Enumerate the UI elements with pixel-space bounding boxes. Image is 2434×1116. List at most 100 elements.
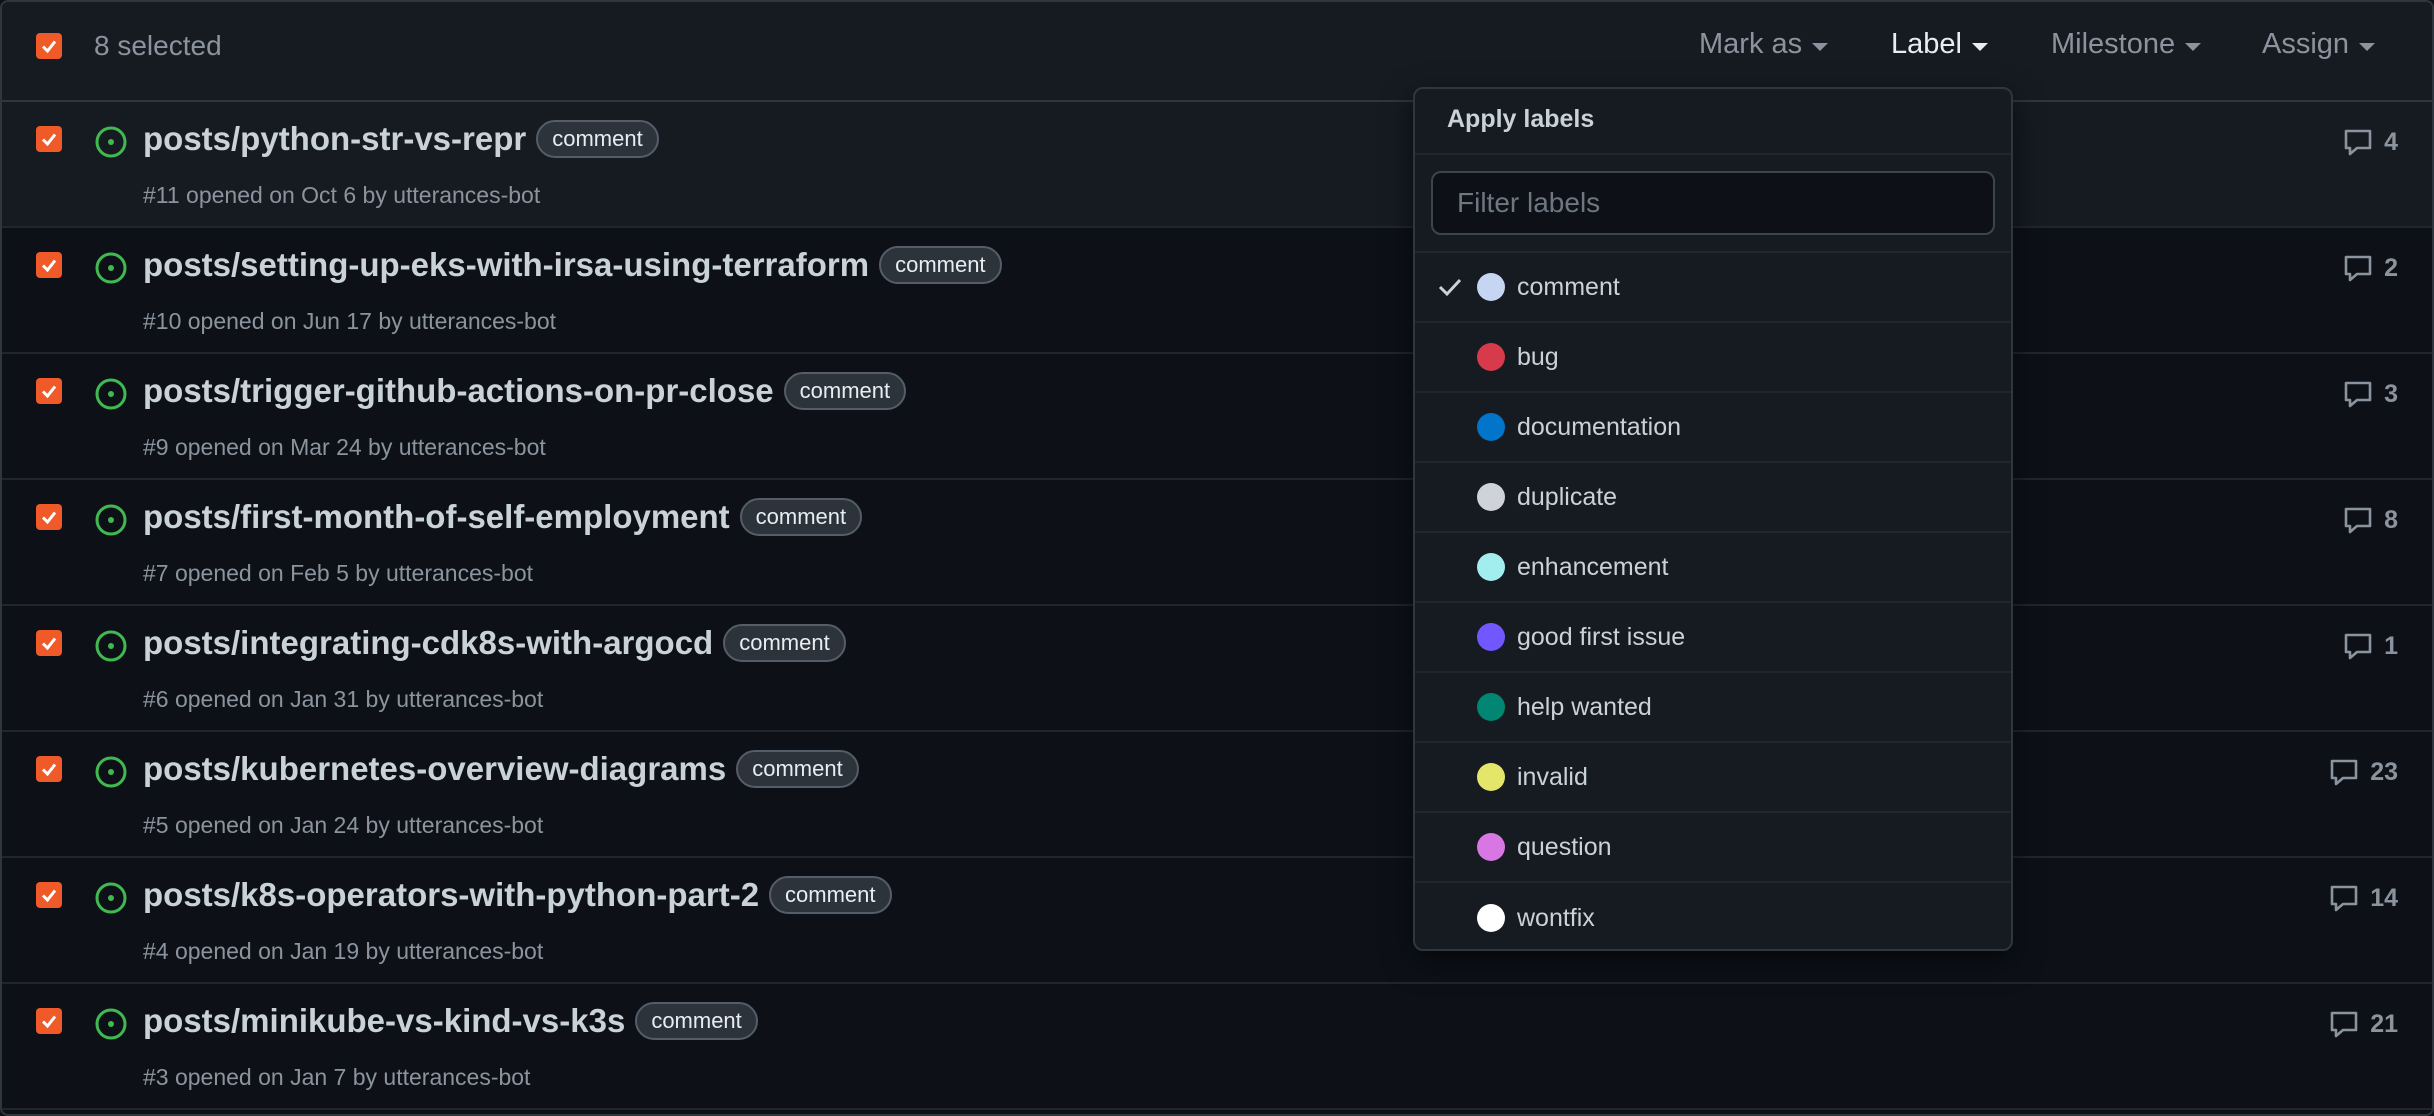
label-option[interactable]: comment (1415, 253, 2011, 323)
label-pill[interactable]: comment (783, 372, 907, 410)
issue-title-link[interactable]: posts/setting-up-eks-with-irsa-using-ter… (143, 246, 869, 284)
label-option-name: invalid (1517, 762, 1588, 791)
label-pill[interactable]: comment (635, 1002, 758, 1040)
label-list: comment bug documentation duplicate enhancem… (1415, 253, 2011, 949)
issue-title-link[interactable]: posts/integrating-cdk8s-with-argocd (143, 624, 713, 662)
comments-link[interactable]: 3 (2342, 378, 2398, 410)
select-all-checkbox[interactable] (36, 33, 62, 59)
label-option-name: enhancement (1517, 552, 1669, 581)
issues-panel: 8 selected Mark as Label Milestone Assig… (0, 0, 2434, 1116)
comments-link[interactable]: 8 (2342, 504, 2398, 536)
comment-icon (2344, 129, 2372, 156)
label-option[interactable]: good first issue (1415, 603, 2011, 673)
label-pill[interactable]: comment (879, 246, 1002, 284)
comment-icon (2330, 1011, 2358, 1038)
milestone-menu-button[interactable]: Milestone (2051, 28, 2202, 61)
open-issue-icon (95, 1008, 127, 1040)
check-icon (41, 637, 57, 651)
issue-title-link[interactable]: posts/python-str-vs-repr (143, 120, 526, 158)
chevron-down-icon (1812, 42, 1829, 51)
label-color-swatch (1477, 273, 1505, 301)
label-option[interactable]: enhancement (1415, 533, 2011, 603)
assign-menu-button[interactable]: Assign (2262, 28, 2376, 61)
label-option[interactable]: wontfix (1415, 883, 2011, 949)
filter-labels-input[interactable] (1431, 171, 1995, 235)
issue-row[interactable]: posts/integrating-cdk8s-with-argocd comme… (2, 606, 2432, 732)
issue-meta: #11 opened on Oct 6 by utterances-bot (143, 182, 541, 208)
label-option[interactable]: question (1415, 813, 2011, 883)
comment-count: 1 (2384, 631, 2398, 660)
comments-link[interactable]: 4 (2342, 126, 2398, 158)
label-pill[interactable]: comment (536, 120, 659, 158)
comment-icon (2344, 381, 2372, 408)
comments-link[interactable]: 23 (2328, 756, 2398, 788)
dropdown-title: Apply labels (1415, 89, 2011, 155)
issue-title-link[interactable]: posts/minikube-vs-kind-vs-k3s (143, 1002, 625, 1040)
comment-count: 8 (2384, 505, 2398, 534)
issue-checkbox[interactable] (36, 630, 62, 656)
issue-checkbox[interactable] (36, 378, 62, 404)
issue-title-link[interactable]: posts/trigger-github-actions-on-pr-close (143, 372, 774, 410)
check-icon (41, 1015, 57, 1029)
comment-count: 4 (2384, 127, 2398, 156)
comment-count: 23 (2370, 757, 2398, 786)
chevron-down-icon (2359, 42, 2376, 51)
comment-count: 21 (2370, 1009, 2398, 1038)
label-pill[interactable]: comment (769, 876, 892, 914)
mark-as-menu-button[interactable]: Mark as (1699, 28, 1829, 61)
milestone-label: Milestone (2051, 28, 2176, 60)
issue-meta: #9 opened on Mar 24 by utterances-bot (143, 434, 546, 460)
issue-meta: #7 opened on Feb 5 by utterances-bot (143, 560, 534, 586)
label-option[interactable]: invalid (1415, 743, 2011, 813)
issue-title-line: posts/python-str-vs-repr comment (143, 120, 659, 158)
issue-checkbox[interactable] (36, 756, 62, 782)
mark-as-label: Mark as (1699, 28, 1803, 60)
label-color-swatch (1477, 483, 1505, 511)
issue-row[interactable]: posts/first-month-of-self-employment comm… (2, 480, 2432, 606)
comment-icon (2344, 633, 2372, 660)
label-option[interactable]: documentation (1415, 393, 2011, 463)
comments-link[interactable]: 14 (2328, 882, 2398, 914)
issue-title-link[interactable]: posts/k8s-operators-with-python-part-2 (143, 876, 759, 914)
issue-checkbox[interactable] (36, 126, 62, 152)
check-icon (41, 40, 57, 54)
issue-title-link[interactable]: posts/kubernetes-overview-diagrams (143, 750, 726, 788)
comment-count: 2 (2384, 253, 2398, 282)
label-menu-button[interactable]: Label (1891, 28, 1988, 61)
issue-row[interactable]: posts/python-str-vs-repr comment #11 opene… (2, 102, 2432, 228)
comments-link[interactable]: 2 (2342, 252, 2398, 284)
comment-icon (2344, 507, 2372, 534)
issue-checkbox[interactable] (36, 882, 62, 908)
issue-checkbox[interactable] (36, 1008, 62, 1034)
label-color-swatch (1477, 343, 1505, 371)
issue-meta: #4 opened on Jan 19 by utterances-bot (143, 938, 544, 964)
comments-link[interactable]: 21 (2328, 1008, 2398, 1040)
label-pill[interactable]: comment (736, 750, 859, 788)
issue-checkbox[interactable] (36, 252, 62, 278)
issue-row[interactable]: posts/minikube-vs-kind-vs-k3s comment #3 o… (2, 984, 2432, 1110)
apply-labels-dropdown: Apply labels comment bug documentation dupl… (1413, 87, 2013, 951)
label-option[interactable]: help wanted (1415, 673, 2011, 743)
issue-meta: #10 opened on Jun 17 by utterances-bot (143, 308, 557, 334)
label-option[interactable]: duplicate (1415, 463, 2011, 533)
assign-label: Assign (2262, 28, 2350, 60)
open-issue-icon (95, 756, 127, 788)
open-issue-icon (95, 630, 127, 662)
comments-link[interactable]: 1 (2342, 630, 2398, 662)
issue-row[interactable]: posts/setting-up-eks-with-irsa-using-ter… (2, 228, 2432, 354)
issue-row[interactable]: posts/trigger-github-actions-on-pr-close… (2, 354, 2432, 480)
comment-icon (2344, 255, 2372, 282)
issue-title-link[interactable]: posts/first-month-of-self-employment (143, 498, 730, 536)
label-option[interactable]: bug (1415, 323, 2011, 393)
issue-checkbox[interactable] (36, 504, 62, 530)
label-pill[interactable]: comment (739, 498, 863, 536)
open-issue-icon (95, 882, 127, 914)
label-pill[interactable]: comment (723, 624, 846, 662)
issue-row[interactable]: posts/kubernetes-overview-diagrams commen… (2, 732, 2432, 858)
issue-row[interactable]: posts/k8s-operators-with-python-part-2 co… (2, 858, 2432, 984)
label-option-name: duplicate (1517, 482, 1618, 511)
filter-wrapper (1415, 155, 2011, 253)
label-option-name: comment (1517, 272, 1620, 301)
label-option-name: good first issue (1517, 622, 1686, 651)
comment-icon (2330, 759, 2358, 786)
